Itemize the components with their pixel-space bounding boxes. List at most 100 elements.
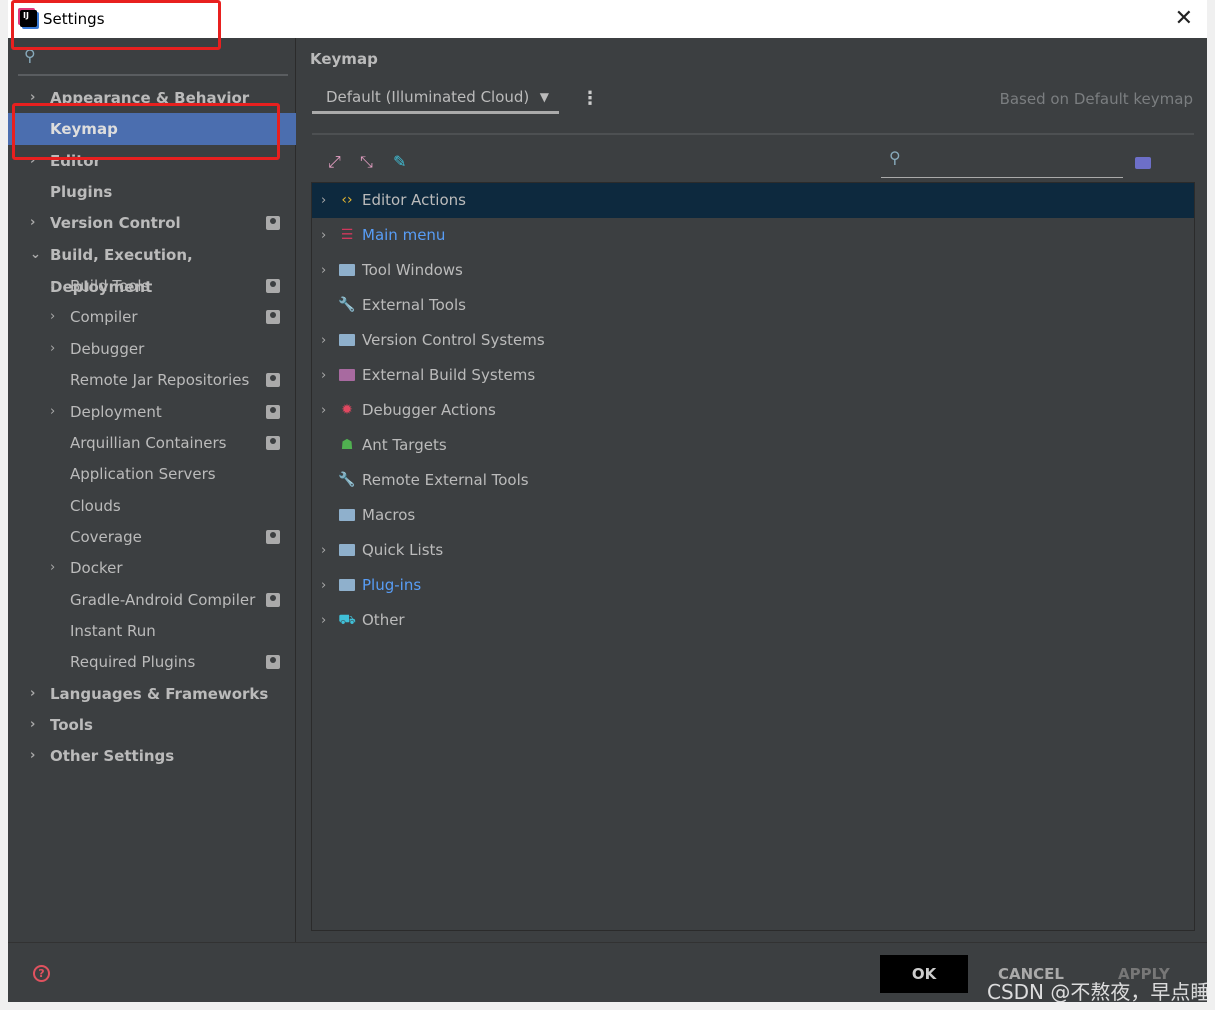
- sidebar-item-label: Languages & Frameworks: [50, 684, 269, 703]
- sidebar-item[interactable]: ⌄ Build, Execution, Deployment: [8, 239, 296, 296]
- keymap-search-input[interactable]: ⚲: [881, 148, 1123, 178]
- chevron-right-icon[interactable]: ›: [321, 323, 326, 358]
- divider: [312, 133, 1194, 135]
- sidebar-item[interactable]: › Debugger: [8, 333, 296, 365]
- settings-search-input[interactable]: ⚲: [18, 46, 288, 76]
- watermark: CSDN @不熬夜，早点睡: [987, 980, 1211, 1004]
- sidebar-item[interactable]: › Languages & Frameworks: [8, 678, 296, 710]
- sidebar-item-label: Application Servers: [70, 465, 216, 484]
- sidebar-item[interactable]: › Compiler: [8, 301, 296, 333]
- highlight-box: [11, 0, 221, 50]
- sidebar-item[interactable]: Application Servers: [8, 458, 296, 490]
- tree-row-label: Plug-ins: [362, 576, 422, 594]
- sidebar-item-label: Arquillian Containers: [70, 433, 227, 452]
- folder-icon: [338, 358, 356, 393]
- chevron-right-icon[interactable]: ›: [30, 709, 35, 741]
- tree-row-label: External Tools: [362, 296, 466, 314]
- tree-row[interactable]: › ‹› Editor Actions: [312, 183, 1194, 218]
- sidebar-item[interactable]: › Tools: [8, 709, 296, 741]
- chevron-right-icon[interactable]: ›: [321, 393, 326, 428]
- folder-icon: [338, 323, 356, 358]
- tree-row-label: Ant Targets: [362, 436, 447, 454]
- chevron-right-icon[interactable]: ›: [321, 218, 326, 253]
- chevron-right-icon[interactable]: ›: [50, 333, 55, 365]
- expand-all-icon[interactable]: ⤢: [328, 152, 341, 172]
- chevron-down-icon[interactable]: ⌄: [30, 239, 41, 271]
- sidebar-item[interactable]: › Deployment: [8, 396, 296, 428]
- help-icon[interactable]: ?: [33, 965, 50, 982]
- tree-row-label: Remote External Tools: [362, 471, 529, 489]
- tree-row-label: Tool Windows: [362, 261, 463, 279]
- chevron-right-icon[interactable]: ›: [321, 533, 326, 568]
- tree-row-label: Version Control Systems: [362, 331, 545, 349]
- chevron-right-icon[interactable]: ›: [321, 603, 326, 638]
- sidebar-item-label: Plugins: [50, 183, 113, 202]
- tree-row[interactable]: › Tool Windows: [312, 253, 1194, 288]
- close-button[interactable]: ✕: [1175, 6, 1193, 31]
- sidebar-item[interactable]: › Other Settings: [8, 740, 296, 772]
- tree-row[interactable]: 🔧 External Tools: [312, 288, 1194, 323]
- based-on-label: Based on Default keymap: [999, 90, 1193, 108]
- keymap-value: Default (Illuminated Cloud): [326, 88, 530, 106]
- more-options-icon[interactable]: ⋮: [581, 88, 599, 109]
- collapse-all-icon[interactable]: ⤡: [360, 152, 373, 172]
- highlight-box: [12, 103, 280, 160]
- sidebar: ⚲ › Appearance & Behavior Keymap › Editor Plu…: [8, 38, 296, 942]
- sidebar-item[interactable]: Arquillian Containers: [8, 427, 296, 459]
- sidebar-item[interactable]: Remote Jar Repositories: [8, 364, 296, 396]
- sidebar-item[interactable]: Instant Run: [8, 615, 296, 647]
- chevron-right-icon[interactable]: ›: [321, 568, 326, 603]
- tree-row[interactable]: › Quick Lists: [312, 533, 1194, 568]
- sidebar-item-label: Docker: [70, 559, 123, 578]
- sidebar-item[interactable]: Coverage: [8, 521, 296, 553]
- sidebar-item[interactable]: Clouds: [8, 490, 296, 522]
- chevron-right-icon[interactable]: ›: [321, 253, 326, 288]
- find-shortcut-keyboard-icon[interactable]: [1135, 157, 1151, 169]
- sidebar-item-label: Version Control: [50, 214, 181, 233]
- folder-icon: [338, 498, 356, 533]
- wrench-icon: 🔧: [338, 472, 356, 488]
- tree-row[interactable]: ☗ Ant Targets: [312, 428, 1194, 463]
- sidebar-item[interactable]: Gradle-Android Compiler: [8, 584, 296, 616]
- ok-button[interactable]: OK: [880, 955, 968, 993]
- chevron-right-icon[interactable]: ›: [50, 396, 55, 428]
- tree-row-label: Other: [362, 611, 405, 629]
- sidebar-item-label: Remote Jar Repositories: [70, 371, 250, 390]
- chevron-right-icon[interactable]: ›: [30, 678, 35, 710]
- sidebar-item[interactable]: › Version Control: [8, 207, 296, 239]
- chevron-right-icon[interactable]: ›: [50, 301, 55, 333]
- tree-row[interactable]: › Version Control Systems: [312, 323, 1194, 358]
- tree-row-label: Macros: [362, 506, 416, 524]
- tree-row[interactable]: › ⛟ Other: [312, 603, 1194, 638]
- chevron-right-icon[interactable]: ›: [321, 183, 326, 218]
- actions-tree: › ‹› Editor Actions › ☰ Main menu › Tool Window…: [311, 182, 1195, 931]
- sidebar-item-label: Instant Run: [70, 621, 156, 640]
- sidebar-item[interactable]: Plugins: [8, 176, 296, 208]
- sidebar-item-label: Coverage: [70, 527, 142, 546]
- keymap-dropdown[interactable]: Default (Illuminated Cloud) ▼: [312, 86, 559, 114]
- tree-row[interactable]: › External Build Systems: [312, 358, 1194, 393]
- chevron-right-icon[interactable]: ›: [50, 552, 55, 584]
- tree-row[interactable]: › ✹ Debugger Actions: [312, 393, 1194, 428]
- project-settings-icon: [266, 310, 280, 325]
- project-settings-icon: [266, 435, 280, 450]
- tree-row[interactable]: › ☰ Main menu: [312, 218, 1194, 253]
- ant-icon: ☗: [340, 437, 354, 453]
- code-icon: ‹›: [341, 192, 353, 208]
- tree-row-label: Quick Lists: [362, 541, 444, 559]
- settings-dialog: IJ Settings ✕ ⚲ › Appearance & Behavior Ke…: [8, 0, 1207, 1002]
- sidebar-item[interactable]: Required Plugins: [8, 646, 296, 678]
- menu-icon: ☰: [340, 227, 354, 243]
- sidebar-item[interactable]: › Docker: [8, 552, 296, 584]
- chevron-right-icon[interactable]: ›: [30, 740, 35, 772]
- tree-row-label: Main menu: [362, 226, 446, 244]
- sidebar-item[interactable]: › Build Tools: [8, 270, 296, 302]
- tree-row[interactable]: 🔧 Remote External Tools: [312, 463, 1194, 498]
- chevron-right-icon[interactable]: ›: [321, 358, 326, 393]
- chevron-right-icon[interactable]: ›: [50, 270, 55, 302]
- sidebar-item-label: Clouds: [70, 496, 121, 515]
- chevron-right-icon[interactable]: ›: [30, 207, 35, 239]
- tree-row[interactable]: Macros: [312, 498, 1194, 533]
- edit-pencil-icon[interactable]: ✎: [393, 152, 406, 171]
- tree-row[interactable]: › Plug-ins: [312, 568, 1194, 603]
